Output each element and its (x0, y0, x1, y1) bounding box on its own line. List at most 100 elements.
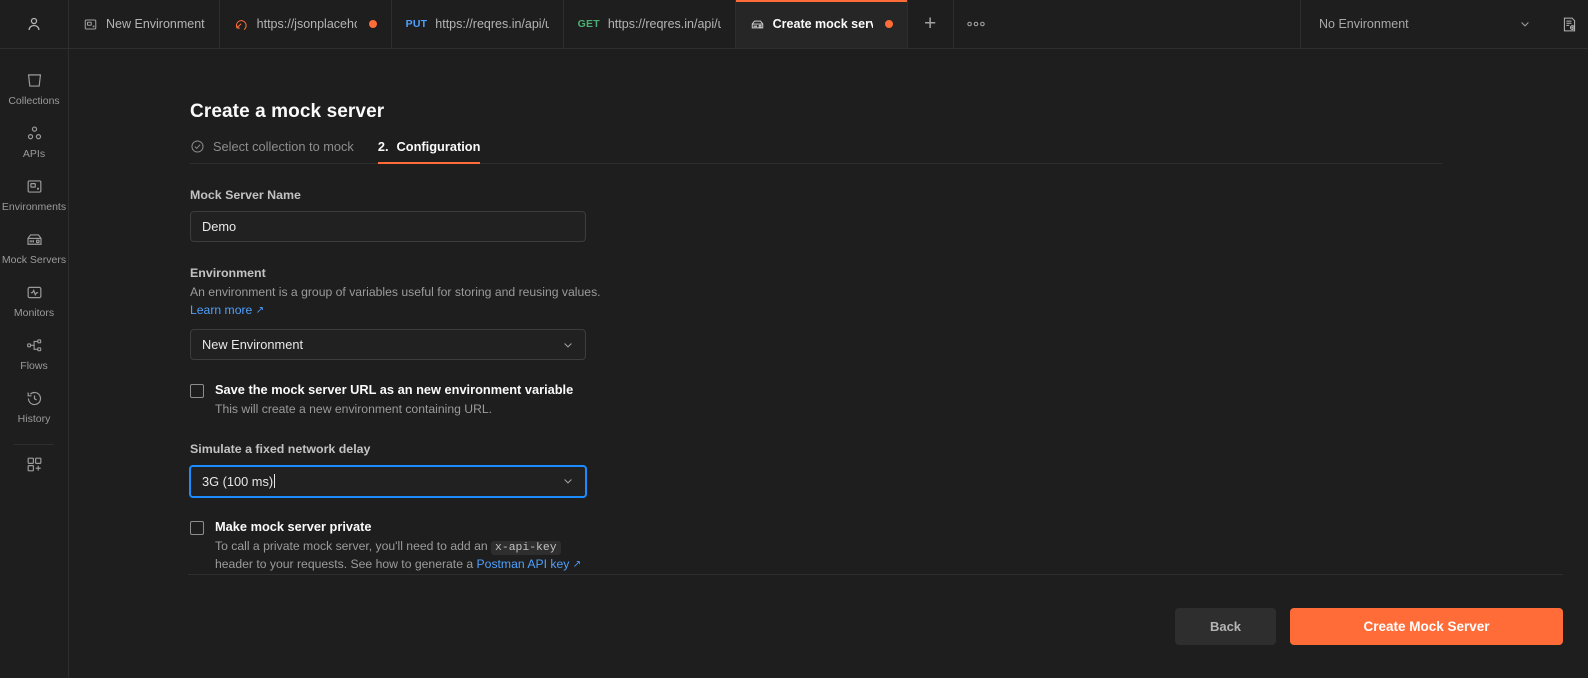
tab-put-reqres-users[interactable]: PUT https://reqres.in/api/users (391, 0, 564, 48)
http-method-label: PUT (405, 18, 428, 30)
flows-icon (26, 339, 41, 352)
sidebar-item-mock-servers[interactable]: Mock Servers (0, 222, 68, 275)
sidebar-item-collections[interactable]: Collections (0, 63, 68, 116)
step-label: Configuration (396, 139, 481, 154)
private-checkbox-row[interactable]: Make mock server private To call a priva… (190, 519, 1588, 574)
apis-icon (27, 126, 41, 140)
environment-icon (84, 18, 97, 30)
mock-server-name-field: Mock Server Name Demo (190, 188, 1588, 242)
page-title: Create a mock server (190, 101, 385, 122)
more-tabs-button[interactable] (954, 0, 998, 48)
network-delay-field: Simulate a fixed network delay 3G (100 m… (189, 441, 1588, 498)
network-delay-value: 3G (100 ms) (202, 473, 274, 489)
postman-api-key-link[interactable]: Postman API key ↗ (477, 557, 582, 571)
step-configuration[interactable]: 2. Configuration (377, 139, 481, 164)
environments-icon (27, 180, 41, 193)
back-button[interactable]: Back (1175, 608, 1276, 645)
environment-select-value: New Environment (202, 337, 303, 352)
tab-label: https://reqres.in/api/users (435, 17, 548, 31)
tab-label: https://reqres.in/api/users (607, 17, 721, 31)
mock-server-icon (751, 20, 763, 28)
sidebar-item-label: Monitors (13, 307, 55, 319)
tab-get-reqres-users[interactable]: GET https://reqres.in/api/users (563, 0, 736, 48)
sidebar-add-module-button[interactable] (25, 451, 44, 474)
mock-server-icon (235, 19, 247, 30)
sidebar-item-apis[interactable]: APIs (0, 116, 68, 169)
environment-select[interactable]: New Environment (190, 329, 586, 360)
chevron-down-icon (564, 342, 572, 348)
tab-jsonplaceholder-mock[interactable]: https://jsonplaceholder (219, 0, 392, 48)
new-tab-button[interactable]: + (908, 0, 954, 48)
environment-area: No Environment (1300, 0, 1588, 48)
monitors-icon (27, 286, 41, 299)
unsaved-indicator-dot (368, 20, 377, 28)
step-select-collection[interactable]: Select collection to mock (190, 139, 354, 163)
collections-icon (27, 74, 41, 87)
sidebar-item-monitors[interactable]: Monitors (0, 275, 68, 328)
step-label: Select collection to mock (213, 139, 354, 154)
http-method-label: GET (577, 18, 600, 30)
sidebar-item-label: Environments (1, 201, 67, 213)
check-circle-icon (191, 140, 204, 153)
mock-server-name-value: Demo (202, 219, 237, 234)
environment-selector-value: No Environment (1319, 17, 1409, 31)
ellipsis-icon (966, 21, 985, 27)
private-subtitle-part2: header to your requests. See how to gene… (215, 557, 474, 572)
create-mock-server-button[interactable]: Create Mock Server (1290, 608, 1563, 645)
user-avatar-icon (28, 17, 40, 31)
chevron-down-icon (564, 479, 572, 484)
wizard-steps: Select collection to mock 2. Configurati… (190, 139, 1442, 164)
add-new-module-icon (27, 457, 41, 472)
save-url-checkbox-label: Save the mock server URL as an new envir… (215, 382, 574, 397)
environment-field: Environment An environment is a group of… (190, 266, 1588, 360)
environment-learn-more-link[interactable]: Learn more ↗ (190, 303, 264, 317)
left-sidebar: Collections APIs Environments Mock Serve… (0, 49, 69, 678)
sidebar-item-label: Flows (20, 360, 48, 372)
environment-description: An environment is a group of variables u… (190, 285, 601, 299)
network-delay-value-wrap: 3G (100 ms) (202, 473, 276, 489)
save-url-checkbox-row[interactable]: Save the mock server URL as an new envir… (190, 382, 1588, 419)
mock-server-name-input[interactable]: Demo (190, 211, 586, 242)
body-wrapper: Collections APIs Environments Mock Serve… (0, 49, 1588, 678)
unsaved-indicator-dot (884, 20, 893, 28)
environment-quick-look-icon[interactable] (1561, 16, 1578, 33)
tab-create-mock-server[interactable]: Create mock server (735, 0, 908, 48)
sidebar-item-label: APIs (22, 148, 46, 160)
sidebar-item-label: Mock Servers (1, 254, 67, 266)
sidebar-item-label: Collections (8, 95, 60, 107)
private-checkbox-subtitle: To call a private mock server, you'll ne… (215, 538, 595, 574)
private-checkbox[interactable] (190, 520, 204, 535)
text-caret (274, 474, 276, 489)
history-icon (27, 391, 41, 406)
sidebar-divider (14, 444, 54, 445)
postman-api-key-text: Postman API key (476, 557, 570, 572)
save-url-checkbox[interactable] (190, 384, 204, 398)
private-checkbox-label: Make mock server private (215, 518, 372, 534)
sidebar-item-label: History (17, 413, 51, 425)
user-avatar-button[interactable] (0, 0, 69, 48)
chevron-down-icon (1521, 22, 1529, 27)
environment-selector[interactable]: No Environment (1319, 17, 1545, 31)
top-bar: New Environment https://jsonplaceholder … (0, 0, 1588, 49)
learn-more-text: Learn more (190, 303, 253, 317)
step-number: 2. (377, 139, 389, 154)
external-link-arrow-icon: ↗ (572, 559, 582, 571)
mock-server-form: Create a mock server Select collection t… (69, 49, 1588, 574)
sidebar-item-flows[interactable]: Flows (0, 328, 68, 381)
network-delay-label: Simulate a fixed network delay (190, 441, 371, 456)
external-link-arrow-icon: ↗ (255, 305, 265, 316)
private-subtitle-part1: To call a private mock server, you'll ne… (215, 538, 488, 553)
sidebar-item-history[interactable]: History (0, 381, 68, 434)
x-api-key-code: x-api-key (491, 540, 561, 555)
tab-new-environment[interactable]: New Environment (69, 0, 220, 48)
sidebar-item-environments[interactable]: Environments (0, 169, 68, 222)
mock-servers-icon (26, 234, 42, 245)
tab-label: Create mock server (772, 17, 873, 31)
mock-server-name-label: Mock Server Name (190, 188, 301, 202)
tab-strip: New Environment https://jsonplaceholder … (69, 0, 1300, 48)
save-url-checkbox-subtitle: This will create a new environment conta… (215, 402, 493, 416)
environment-label: Environment (190, 266, 266, 280)
footer-actions: Back Create Mock Server (69, 575, 1588, 678)
tab-label: New Environment (106, 17, 205, 31)
network-delay-select[interactable]: 3G (100 ms) (189, 464, 587, 498)
